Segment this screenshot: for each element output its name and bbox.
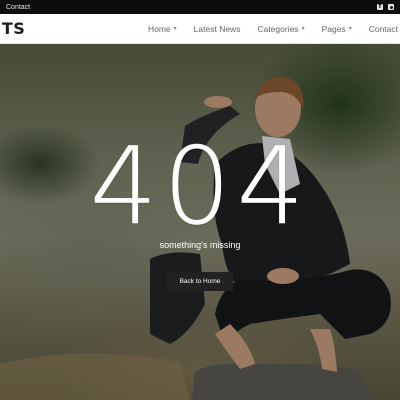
nav-item-label: Home: [147, 23, 171, 34]
site-logo[interactable]: NTS: [0, 19, 25, 38]
main-nav: Home ▾ Latest News Categories ▾ Pages ▾ …: [148, 24, 398, 34]
error-message: something's missing: [159, 240, 241, 250]
chevron-down-icon: ▾: [173, 26, 177, 32]
nav-item-categories[interactable]: Categories ▾: [257, 24, 304, 34]
chevron-down-icon: ▾: [348, 26, 352, 32]
site-header: NTS Home ▾ Latest News Categories ▾ Page…: [0, 14, 400, 44]
back-to-home-button[interactable]: Back to Home: [167, 272, 233, 291]
nav-item-label: Latest News: [193, 23, 241, 34]
error-code: 404: [89, 125, 311, 248]
chevron-down-icon: ▾: [301, 26, 305, 32]
nav-item-label: Contact: [368, 23, 398, 34]
nav-item-contact[interactable]: Contact: [369, 24, 398, 34]
top-bar: Contact: [0, 0, 400, 14]
nav-item-home[interactable]: Home ▾: [148, 24, 177, 34]
nav-item-label: Pages: [321, 23, 346, 34]
nav-item-pages[interactable]: Pages ▾: [322, 24, 352, 34]
topbar-contact-link[interactable]: Contact: [6, 4, 30, 11]
hero-background-photo: 404 something's missing Back to Home: [0, 44, 400, 400]
nav-item-label: Categories: [257, 23, 299, 34]
facebook-icon[interactable]: [377, 2, 383, 10]
instagram-icon[interactable]: [388, 4, 394, 10]
social-links: [377, 2, 394, 10]
nav-item-latest-news[interactable]: Latest News: [194, 24, 241, 34]
